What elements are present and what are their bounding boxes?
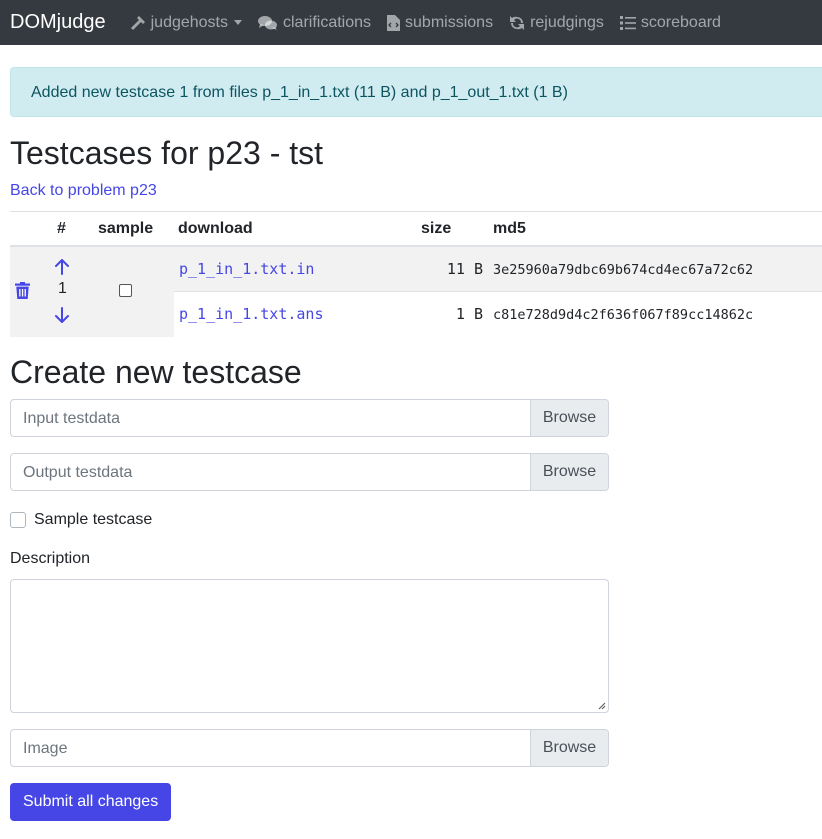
header-size: size xyxy=(421,220,452,237)
nav-clarifications-label: clarifications xyxy=(283,13,372,31)
header-num: # xyxy=(57,220,66,237)
table-header: # sample download size md5 xyxy=(10,211,822,247)
output-testdata-placeholder: Output testdata xyxy=(23,464,133,481)
nav-submissions-label: submissions xyxy=(405,13,494,31)
testcase-controls xyxy=(10,247,174,337)
sample-testcase-checkbox[interactable] xyxy=(10,512,26,528)
sample-testcase-check[interactable]: Sample testcase xyxy=(10,511,152,529)
arrow-down-icon[interactable] xyxy=(55,307,69,323)
answer-md5: c81e728d9d4c2f636f067f89cc14862c xyxy=(493,307,754,323)
nav-scoreboard-label: scoreboard xyxy=(640,13,721,31)
description-textarea[interactable] xyxy=(10,579,609,713)
nav-scoreboard[interactable]: scoreboard xyxy=(619,13,721,32)
image-field[interactable]: Image Browse xyxy=(10,729,609,767)
output-browse-button[interactable]: Browse xyxy=(530,454,608,490)
submit-button[interactable]: Submit all changes xyxy=(10,783,172,821)
hammer-icon xyxy=(130,15,145,30)
sample-checkbox[interactable] xyxy=(119,284,132,297)
answer-size: 1 B xyxy=(455,305,483,323)
back-to-problem-link[interactable]: Back to problem p23 xyxy=(10,181,157,200)
nav-judgehosts-label: judgehosts xyxy=(150,13,228,31)
nav-clarifications[interactable]: clarifications xyxy=(258,14,371,32)
testcase-table: # sample download size md5 1 p_1_in_1.tx… xyxy=(10,211,822,337)
testcase-number: 1 xyxy=(58,280,67,297)
brand-logo[interactable]: DOMjudge xyxy=(10,11,106,34)
nav-rejudgings-label: rejudgings xyxy=(530,13,604,31)
input-size: 11 B xyxy=(446,260,483,278)
sample-testcase-label: Sample testcase xyxy=(34,511,153,528)
header-download: download xyxy=(178,220,253,237)
input-md5: 3e25960a79dbc69b674cd4ec67a72c62 xyxy=(493,262,754,278)
description-label: Description xyxy=(10,550,91,567)
nav-judgehosts[interactable]: judgehosts xyxy=(130,14,242,32)
input-browse-button[interactable]: Browse xyxy=(530,400,608,436)
page-title: Testcases for p23 - tst xyxy=(10,135,324,171)
comments-icon xyxy=(258,15,277,30)
navbar: DOMjudge judgehosts clarifications submi… xyxy=(0,0,822,45)
header-md5: md5 xyxy=(493,220,526,237)
output-testdata-field[interactable]: Output testdata Browse xyxy=(10,453,609,491)
download-input-link[interactable]: p_1_in_1.txt.in xyxy=(179,259,314,279)
download-answer-link[interactable]: p_1_in_1.txt.ans xyxy=(179,304,324,324)
success-alert: Added new testcase 1 from files p_1_in_1… xyxy=(10,67,822,117)
arrow-up-icon[interactable] xyxy=(55,259,69,275)
header-sample: sample xyxy=(98,220,154,237)
create-testcase-title: Create new testcase xyxy=(10,354,302,390)
nav-rejudgings[interactable]: rejudgings xyxy=(509,14,604,32)
list-ol-icon xyxy=(619,15,636,30)
file-code-icon xyxy=(387,14,401,31)
input-testdata-field[interactable]: Input testdata Browse xyxy=(10,399,609,437)
resize-handle-icon[interactable] xyxy=(598,702,606,710)
caret-down-icon xyxy=(234,20,242,25)
input-testdata-placeholder: Input testdata xyxy=(23,410,120,427)
trash-icon[interactable] xyxy=(15,282,30,299)
sync-icon xyxy=(510,15,525,30)
nav-submissions[interactable]: submissions xyxy=(387,14,493,32)
testcase-row: 1 p_1_in_1.txt.in 11 B 3e25960a79dbc69b6… xyxy=(10,247,822,337)
image-placeholder: Image xyxy=(23,740,68,757)
alert-text: Added new testcase 1 from files p_1_in_1… xyxy=(31,84,568,101)
image-browse-button[interactable]: Browse xyxy=(530,730,608,766)
